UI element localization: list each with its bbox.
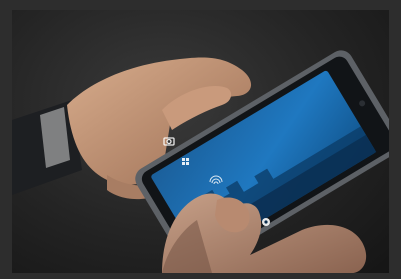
- photo-scene: [12, 50, 389, 273]
- settings-icon: [262, 218, 270, 226]
- image-frame: [0, 0, 401, 279]
- photo: [12, 10, 389, 273]
